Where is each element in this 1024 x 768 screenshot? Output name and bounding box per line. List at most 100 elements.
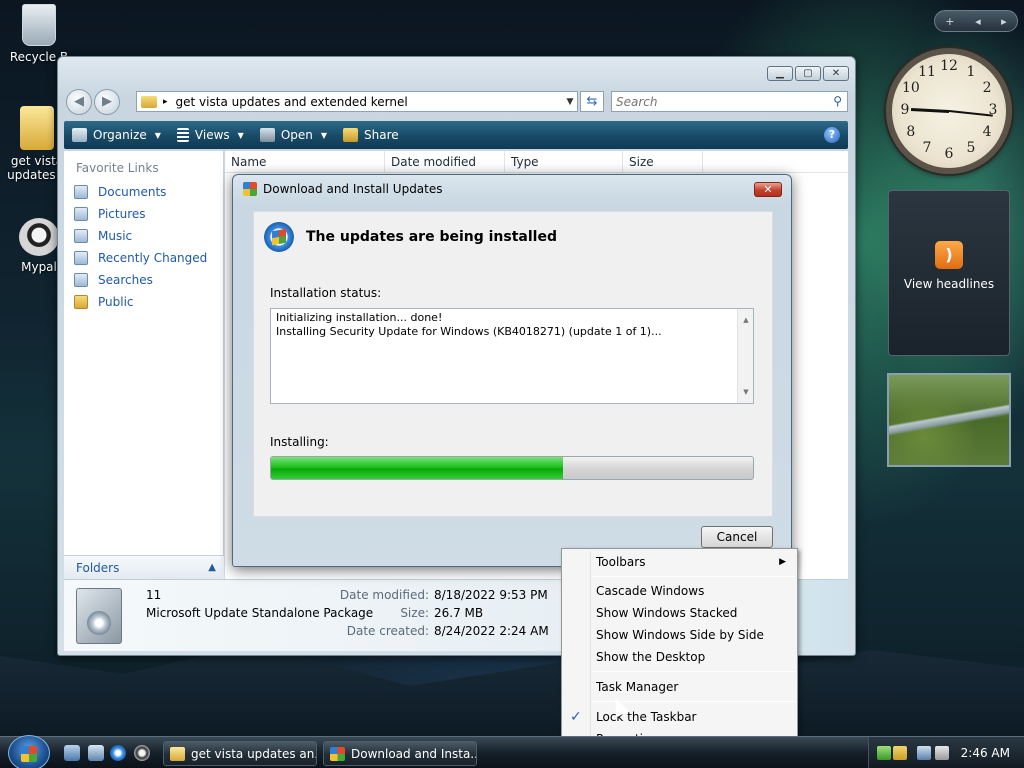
folder-icon (141, 95, 157, 108)
windows-update-icon (330, 746, 345, 761)
taskbar[interactable]: get vista updates an... Download and Ins… (0, 735, 1024, 768)
details-size-label: Size: (400, 606, 429, 620)
refresh-button[interactable]: ⇆ (580, 91, 604, 112)
favorite-link-searches[interactable]: Searches (64, 269, 223, 291)
network-tray-icon[interactable] (917, 746, 931, 760)
views-button[interactable]: Views ▼ (169, 121, 252, 149)
menu-item-task-manager[interactable]: Task Manager (596, 677, 792, 697)
scroll-down-icon[interactable]: ▼ (738, 385, 754, 399)
favorite-link-label: Music (98, 229, 133, 243)
dialog-close-button[interactable]: ✕ (754, 182, 782, 197)
minimize-button[interactable]: ▁ (767, 66, 793, 81)
details-size: 26.7 MB (434, 606, 484, 620)
share-icon (343, 128, 359, 142)
log-line: Installing Security Update for Windows (… (276, 325, 662, 338)
details-date-created: 8/24/2022 2:24 AM (434, 624, 549, 638)
taskbar-button-explorer[interactable]: get vista updates an... (163, 741, 317, 766)
pictures-icon (74, 207, 88, 221)
search-box[interactable]: ⚲ (611, 91, 848, 112)
mypal-icon[interactable] (134, 745, 150, 761)
navigation-pane: Favorite Links Documents Pictures Music … (64, 151, 224, 577)
menu-item-show-windows-side-by-side[interactable]: Show Windows Side by Side (596, 625, 792, 645)
feed-label: View headlines (903, 277, 995, 291)
desktop-icon-recycle-bin[interactable]: Recycle B (4, 4, 74, 64)
open-icon (259, 128, 275, 142)
recently-changed-icon (74, 251, 88, 265)
favorite-link-pictures[interactable]: Pictures (64, 203, 223, 225)
close-button[interactable]: ✕ (823, 66, 849, 81)
share-button[interactable]: Share (335, 121, 407, 149)
install-updates-dialog[interactable]: Download and Install Updates ✕ The updat… (232, 174, 792, 567)
menu-item-cascade-windows[interactable]: Cascade Windows (596, 581, 792, 601)
folder-icon (170, 746, 185, 761)
volume-muted-tray-icon[interactable] (935, 746, 949, 760)
dialog-body: The updates are being installed Installa… (253, 211, 773, 517)
scroll-up-icon[interactable]: ▲ (738, 313, 754, 327)
slideshow-gadget[interactable] (887, 373, 1011, 467)
desktop: Recycle B get vista updates a Mypal + ◂ … (0, 0, 1024, 768)
security-tray-icon[interactable] (893, 746, 907, 760)
favorite-link-label: Searches (98, 273, 153, 287)
start-button[interactable] (8, 735, 50, 768)
taskbar-button-install-updates[interactable]: Download and Insta... (323, 741, 477, 766)
open-label: Open (280, 128, 313, 142)
internet-explorer-icon[interactable] (110, 745, 126, 761)
views-icon (176, 128, 189, 142)
favorite-link-public[interactable]: Public (64, 291, 223, 313)
chevron-left-icon[interactable]: ◂ (975, 15, 981, 28)
cancel-button[interactable]: Cancel (701, 526, 773, 548)
dialog-title: Download and Install Updates (263, 182, 443, 196)
open-button[interactable]: Open ▼ (252, 121, 335, 149)
favorite-link-music[interactable]: Music (64, 225, 223, 247)
feed-headlines-gadget[interactable]: ) View headlines (888, 190, 1010, 356)
windows-update-icon (243, 182, 257, 196)
column-name[interactable]: Name (225, 151, 385, 172)
maximize-button[interactable]: ▢ (795, 66, 821, 81)
clock-number: 10 (901, 80, 920, 96)
menu-item-show-desktop[interactable]: Show the Desktop (596, 647, 792, 667)
forward-button[interactable]: ▶ (94, 89, 120, 115)
add-gadget-icon[interactable]: + (945, 15, 954, 28)
chevron-right-icon[interactable]: ▸ (1001, 15, 1007, 28)
log-scrollbar[interactable]: ▲ ▼ (737, 309, 753, 403)
installation-status-label: Installation status: (270, 286, 382, 300)
details-file-name: 11 (146, 588, 162, 602)
back-button[interactable]: ◀ (66, 89, 92, 115)
search-icon[interactable]: ⚲ (833, 94, 842, 108)
column-type[interactable]: Type (505, 151, 623, 172)
menu-item-label: Toolbars (596, 555, 646, 569)
taskbar-context-menu[interactable]: Toolbars ▶ Cascade Windows Show Windows … (561, 548, 798, 753)
breadcrumb-arrow-icon[interactable]: ▸ (163, 97, 168, 107)
clock-number: 11 (918, 63, 936, 80)
favorite-link-documents[interactable]: Documents (64, 181, 223, 203)
help-icon[interactable]: ? (824, 127, 840, 143)
sidebar-controls[interactable]: + ◂ ▸ (934, 10, 1018, 32)
update-tray-icon[interactable] (877, 746, 891, 760)
column-date-modified[interactable]: Date modified (385, 151, 505, 172)
menu-item-toolbars[interactable]: Toolbars ▶ (596, 552, 792, 572)
menu-item-show-windows-stacked[interactable]: Show Windows Stacked (596, 603, 792, 623)
favorite-link-recently-changed[interactable]: Recently Changed (64, 247, 223, 269)
show-desktop-icon[interactable] (64, 745, 80, 761)
installation-log[interactable]: Initializing installation... done! Insta… (270, 308, 754, 404)
clock-gadget[interactable]: 12 1 2 3 4 5 6 7 8 9 10 11 (886, 48, 1012, 174)
checkmark-icon: ✓ (570, 709, 582, 725)
clock-number: 5 (966, 140, 976, 157)
share-label: Share (364, 128, 399, 142)
organize-button[interactable]: Organize ▼ (64, 121, 169, 149)
documents-icon (74, 185, 88, 199)
details-date-created-label: Date created: (346, 624, 429, 638)
favorite-link-label: Public (98, 295, 134, 309)
search-input[interactable] (612, 92, 812, 111)
favorite-link-label: Documents (98, 185, 167, 199)
column-size[interactable]: Size (623, 151, 703, 172)
windows-update-logo-icon (264, 222, 294, 252)
address-bar[interactable]: ▸ get vista updates and extended kernel … (136, 91, 578, 112)
taskbar-clock[interactable]: 2:46 AM (961, 746, 1010, 760)
switch-windows-icon[interactable] (88, 745, 104, 761)
folders-toggle[interactable]: Folders ▲ (64, 555, 224, 579)
favorite-link-label: Recently Changed (98, 251, 208, 265)
address-dropdown-icon[interactable]: ▼ (563, 97, 577, 107)
views-label: Views (194, 128, 230, 142)
dialog-heading: The updates are being installed (306, 229, 557, 245)
